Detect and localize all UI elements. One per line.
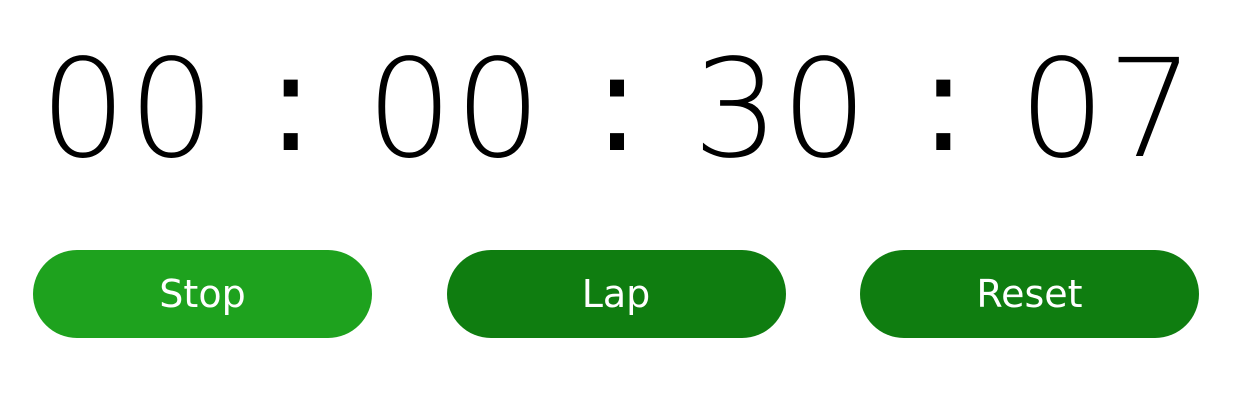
time-display: 00 : 00 : 30 : 07 <box>40 31 1196 189</box>
stopwatch: 00 : 00 : 30 : 07 Stop Lap Reset <box>0 0 1236 410</box>
time-separator: : <box>267 25 316 183</box>
seconds-value: 30 <box>692 31 870 189</box>
hours-value: 00 <box>40 31 218 189</box>
control-buttons: Stop Lap Reset <box>33 250 1199 338</box>
stop-button[interactable]: Stop <box>33 250 372 338</box>
reset-button[interactable]: Reset <box>860 250 1199 338</box>
time-separator: : <box>594 25 642 183</box>
lap-button[interactable]: Lap <box>446 250 786 338</box>
minutes-value: 00 <box>366 31 544 189</box>
centiseconds-value: 07 <box>1018 31 1196 189</box>
time-separator: : <box>920 25 969 183</box>
